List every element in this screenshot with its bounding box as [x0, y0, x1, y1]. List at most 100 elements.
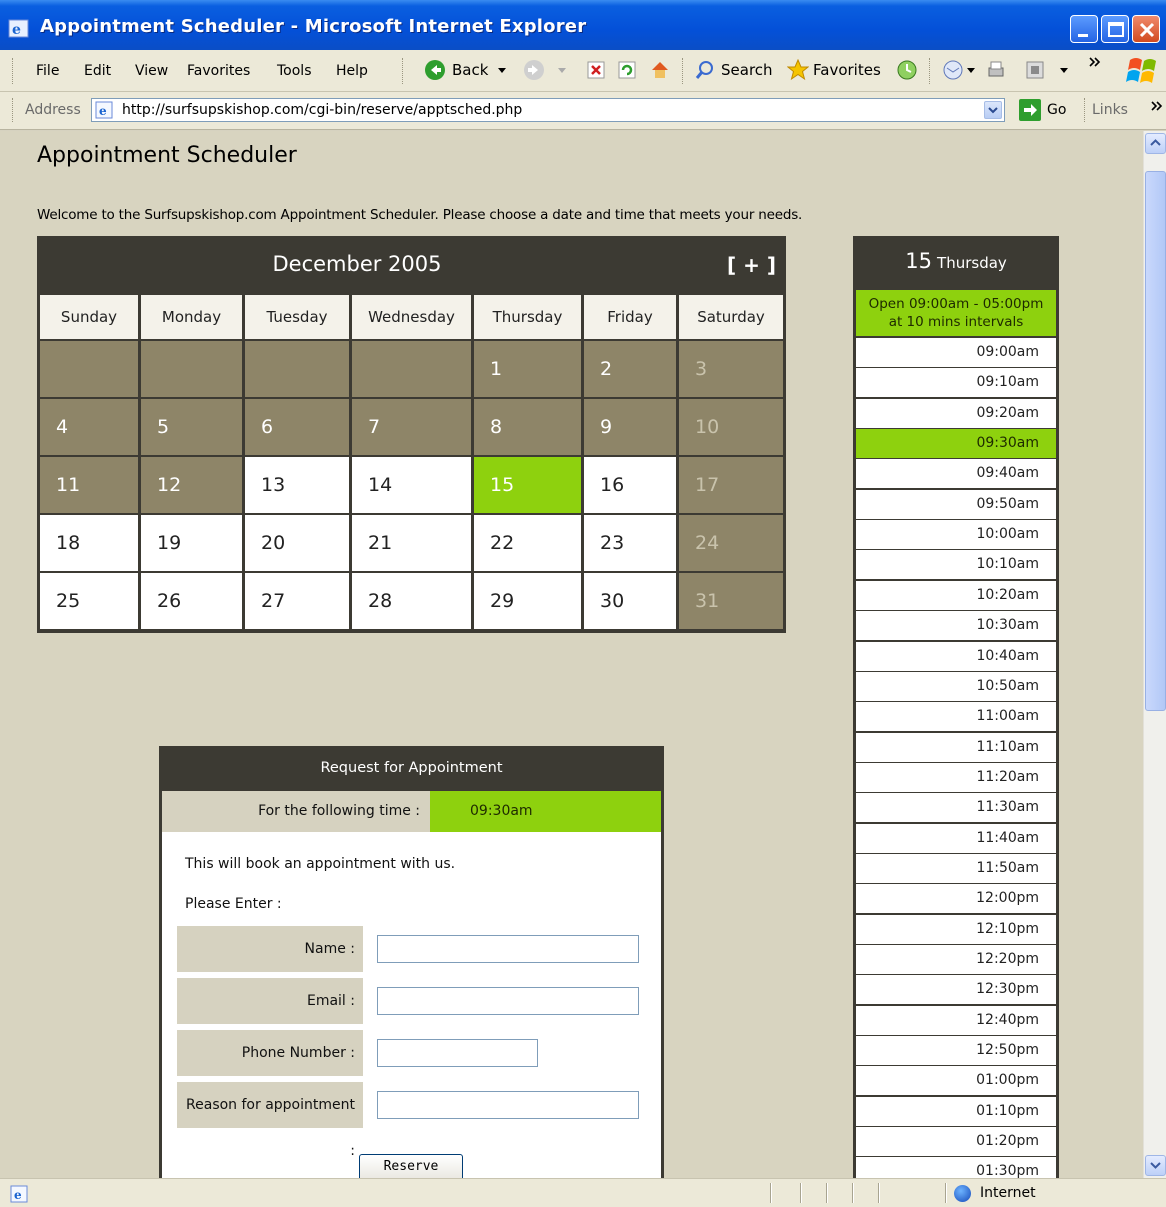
- calendar-day-14[interactable]: 14: [352, 457, 471, 513]
- time-slot[interactable]: 11:00am: [856, 702, 1056, 731]
- menu-file[interactable]: File: [36, 63, 59, 79]
- calendar-day-16[interactable]: 16: [584, 457, 676, 513]
- time-slot[interactable]: 11:20am: [856, 763, 1056, 792]
- back-dropdown-icon[interactable]: [497, 67, 507, 75]
- calendar-day-13[interactable]: 13: [245, 457, 349, 513]
- time-slot[interactable]: 09:00am: [856, 338, 1056, 367]
- calendar-expand-button[interactable]: [ + ]: [727, 253, 776, 277]
- toolbar-grip[interactable]: [402, 58, 405, 84]
- time-slot[interactable]: 12:30pm: [856, 975, 1056, 1004]
- toolbar-overflow-chevron-icon[interactable]: [1088, 56, 1102, 68]
- search-icon[interactable]: [694, 59, 716, 81]
- calendar-day-29[interactable]: 29: [474, 573, 581, 629]
- calendar-day-19[interactable]: 19: [141, 515, 242, 571]
- reason-field[interactable]: [377, 1091, 639, 1119]
- back-button[interactable]: Back: [452, 61, 488, 79]
- toolbar-grip[interactable]: [682, 58, 685, 84]
- favorites-star-icon[interactable]: [787, 59, 809, 81]
- opening-interval-line: at 10 mins intervals: [888, 314, 1024, 330]
- toolbar-grip[interactable]: [12, 58, 15, 84]
- windows-logo: [1122, 52, 1166, 90]
- time-slot[interactable]: 12:20pm: [856, 945, 1056, 974]
- forward-dropdown-icon[interactable]: [557, 67, 567, 75]
- time-slot[interactable]: 12:50pm: [856, 1036, 1056, 1065]
- scroll-thumb[interactable]: [1145, 171, 1166, 711]
- calendar-day-30[interactable]: 30: [584, 573, 676, 629]
- mail-icon[interactable]: [942, 59, 964, 81]
- calendar-day-27[interactable]: 27: [245, 573, 349, 629]
- edit-dropdown-icon[interactable]: [1059, 67, 1069, 75]
- edit-page-icon[interactable]: [1024, 59, 1046, 81]
- vertical-scrollbar[interactable]: [1143, 131, 1166, 1178]
- time-slot[interactable]: 10:50am: [856, 672, 1056, 701]
- scroll-up-button[interactable]: [1145, 133, 1166, 154]
- back-arrow-icon[interactable]: [424, 59, 446, 81]
- time-slot[interactable]: 01:00pm: [856, 1066, 1056, 1095]
- print-icon[interactable]: [985, 59, 1007, 81]
- time-slot[interactable]: 10:20am: [856, 581, 1056, 610]
- calendar-day-20[interactable]: 20: [245, 515, 349, 571]
- forward-arrow-icon[interactable]: [523, 59, 545, 81]
- time-slot[interactable]: 01:30pm: [856, 1157, 1056, 1178]
- go-label: Go: [1047, 102, 1067, 118]
- home-icon[interactable]: [649, 59, 671, 81]
- time-slot[interactable]: 10:30am: [856, 611, 1056, 640]
- time-slot[interactable]: 01:10pm: [856, 1097, 1056, 1126]
- search-button[interactable]: Search: [721, 61, 773, 79]
- time-slot[interactable]: 09:50am: [856, 490, 1056, 519]
- menu-help[interactable]: Help: [336, 63, 368, 79]
- calendar-day-26[interactable]: 26: [141, 573, 242, 629]
- email-field[interactable]: [377, 987, 639, 1015]
- time-slot[interactable]: 09:40am: [856, 459, 1056, 488]
- close-button[interactable]: [1132, 15, 1160, 43]
- toolbar-grip[interactable]: [929, 58, 932, 84]
- time-slot[interactable]: 10:10am: [856, 550, 1056, 579]
- menu-tools[interactable]: Tools: [277, 63, 312, 79]
- time-slot[interactable]: 10:00am: [856, 520, 1056, 549]
- phone-field[interactable]: [377, 1039, 538, 1067]
- history-icon[interactable]: [896, 59, 918, 81]
- time-slot[interactable]: 09:30am: [856, 429, 1056, 458]
- time-slot[interactable]: 11:50am: [856, 854, 1056, 883]
- time-slot[interactable]: 11:40am: [856, 824, 1056, 853]
- mail-dropdown-icon[interactable]: [966, 67, 976, 75]
- menu-view[interactable]: View: [135, 63, 168, 79]
- toolbar-grip[interactable]: [1084, 98, 1087, 122]
- stop-icon[interactable]: [585, 59, 607, 81]
- time-slot[interactable]: 01:20pm: [856, 1127, 1056, 1156]
- address-input[interactable]: e http://surfsupskishop.com/cgi-bin/rese…: [91, 98, 1005, 122]
- calendar-day-23[interactable]: 23: [584, 515, 676, 571]
- menu-edit[interactable]: Edit: [84, 63, 111, 79]
- toolbar-grip[interactable]: [12, 98, 15, 122]
- name-field[interactable]: [377, 935, 639, 963]
- calendar-month-title: December 2005: [272, 252, 442, 276]
- time-slot[interactable]: 12:10pm: [856, 915, 1056, 944]
- calendar-day-6: 6: [245, 399, 349, 455]
- time-slot[interactable]: 09:20am: [856, 399, 1056, 428]
- window-titlebar[interactable]: e Appointment Scheduler - Microsoft Inte…: [0, 0, 1166, 50]
- calendar-day-10: 10: [679, 399, 783, 455]
- reserve-button[interactable]: Reserve: [359, 1154, 463, 1178]
- favorites-button[interactable]: Favorites: [813, 61, 881, 79]
- time-slot[interactable]: 11:10am: [856, 733, 1056, 762]
- maximize-button[interactable]: [1101, 15, 1129, 43]
- address-dropdown-button[interactable]: [984, 101, 1002, 119]
- time-slot[interactable]: 09:10am: [856, 368, 1056, 397]
- minimize-button[interactable]: [1070, 15, 1098, 43]
- refresh-icon[interactable]: [616, 59, 638, 81]
- calendar-day-21[interactable]: 21: [352, 515, 471, 571]
- time-slot[interactable]: 10:40am: [856, 642, 1056, 671]
- calendar-day-18[interactable]: 18: [40, 515, 138, 571]
- calendar-day-25[interactable]: 25: [40, 573, 138, 629]
- links-chevron-icon[interactable]: [1150, 100, 1164, 112]
- time-slot[interactable]: 11:30am: [856, 793, 1056, 822]
- scroll-down-button[interactable]: [1145, 1155, 1166, 1176]
- calendar-day-28[interactable]: 28: [352, 573, 471, 629]
- menu-favorites[interactable]: Favorites: [187, 63, 250, 79]
- calendar-day-22[interactable]: 22: [474, 515, 581, 571]
- links-button[interactable]: Links: [1092, 102, 1128, 118]
- go-button[interactable]: Go: [1019, 99, 1066, 121]
- calendar-day-15[interactable]: 15: [474, 457, 581, 513]
- time-slot[interactable]: 12:00pm: [856, 884, 1056, 913]
- time-slot[interactable]: 12:40pm: [856, 1006, 1056, 1035]
